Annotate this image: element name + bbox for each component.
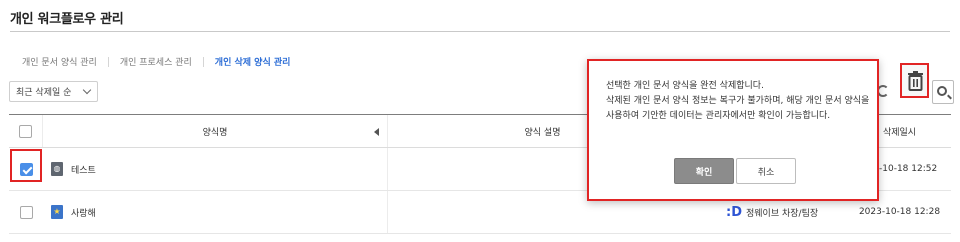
- search-icon: [937, 86, 947, 96]
- deleted-at: 2023-10-18 12:28: [858, 207, 941, 217]
- column-header-form-name[interactable]: 양식명: [203, 125, 228, 138]
- tab-divider: [202, 56, 204, 67]
- sort-dropdown-value: 최근 삭제일 순: [16, 88, 72, 98]
- dialog-message-line: 삭제된 개인 문서 양식 정보는 복구가 불가하며, 해당 개인 문서 양식을 …: [606, 96, 870, 121]
- delete-confirm-dialog: 선택한 개인 문서 양식을 완전 삭제합니다. 삭제된 개인 문서 양식 정보는…: [587, 59, 879, 201]
- select-all-checkbox[interactable]: [19, 124, 32, 138]
- dialog-message: 선택한 개인 문서 양식을 완전 삭제합니다. 삭제된 개인 문서 양식 정보는…: [606, 79, 870, 124]
- column-header-form-description: 양식 설명: [524, 127, 561, 138]
- confirm-button[interactable]: 확인: [674, 158, 734, 184]
- tab-personal-process[interactable]: 개인 프로세스 관리: [120, 55, 192, 68]
- owner-logo-icon: :D: [726, 204, 742, 220]
- cancel-button[interactable]: 취소: [736, 158, 796, 184]
- form-name[interactable]: 사랑해: [71, 206, 96, 219]
- tab-divider: [107, 56, 109, 67]
- dialog-message-line: 선택한 개인 문서 양식을 완전 삭제합니다.: [606, 81, 764, 91]
- sort-dropdown[interactable]: 최근 삭제일 순: [9, 81, 98, 102]
- trash-icon: [908, 71, 923, 91]
- chevron-down-icon: [82, 85, 92, 95]
- delete-button[interactable]: [900, 63, 929, 98]
- column-header-deleted-at: 삭제일시: [882, 127, 917, 138]
- tab-personal-doc-forms[interactable]: 개인 문서 양식 관리: [22, 55, 97, 68]
- tab-bar: 개인 문서 양식 관리 개인 프로세스 관리 개인 삭제 양식 관리: [22, 55, 290, 68]
- row-checkbox-highlight: [10, 149, 42, 182]
- column-sort-icon[interactable]: [374, 128, 379, 136]
- search-button[interactable]: [932, 80, 954, 104]
- star-doc-icon: ★: [51, 205, 63, 219]
- form-name[interactable]: 테스트: [71, 163, 96, 176]
- page-title: 개인 워크플로우 관리: [10, 12, 124, 27]
- owner-name: 정웨이브 차장/팀장: [746, 208, 819, 219]
- globe-doc-icon: ◍: [51, 162, 63, 176]
- row-checkbox[interactable]: [19, 205, 33, 219]
- title-divider: [10, 31, 950, 32]
- tab-personal-deleted-forms[interactable]: 개인 삭제 양식 관리: [215, 55, 291, 68]
